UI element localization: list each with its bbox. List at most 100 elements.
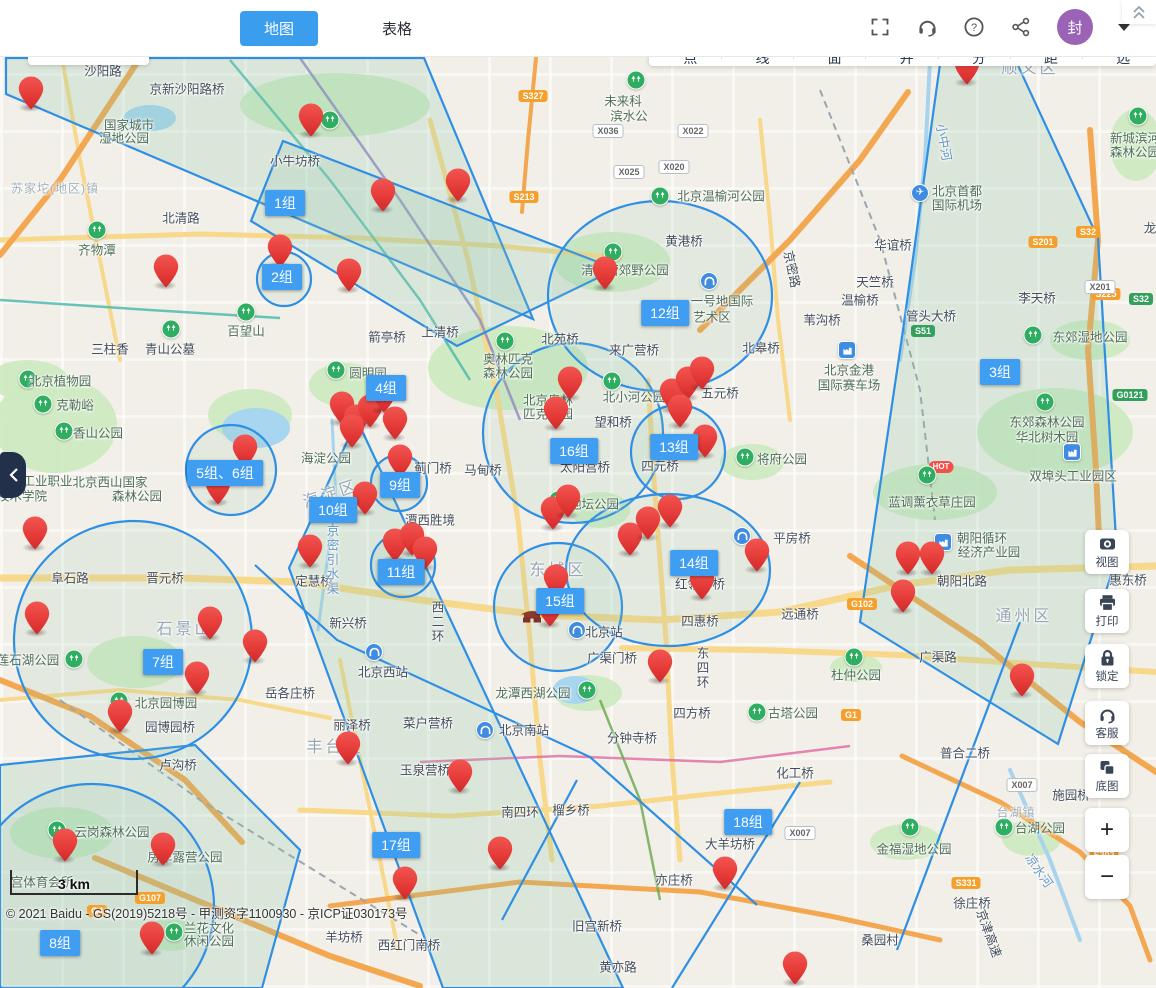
group-label[interactable]: 11组 [378, 559, 425, 585]
group-region-polygon[interactable] [860, 57, 1117, 744]
map-pin[interactable] [150, 832, 176, 866]
map-pin[interactable] [543, 396, 569, 430]
place-label: 北京站 [585, 622, 623, 641]
map-pin[interactable] [184, 661, 210, 695]
group-label[interactable]: 9组 [380, 472, 420, 498]
place-label: 北清路 [162, 208, 200, 227]
group-label[interactable]: 17组 [372, 832, 420, 858]
map-pin[interactable] [297, 534, 323, 568]
road-shield: G102 [847, 598, 877, 610]
map-pin[interactable] [555, 484, 581, 518]
lock-tool-label: 锁定 [1096, 668, 1119, 684]
tab-table[interactable]: 表格 [358, 11, 436, 46]
zoom-in-button[interactable]: + [1085, 808, 1129, 852]
basemap-tool-button[interactable]: 底图 [1085, 754, 1129, 798]
map-pin[interactable] [52, 828, 78, 862]
map-pin[interactable] [139, 921, 165, 955]
map-pin[interactable] [1009, 663, 1035, 697]
place-label: 榴乡桥 [552, 800, 590, 819]
map-pin[interactable] [153, 254, 179, 288]
map-pin[interactable] [242, 629, 268, 663]
group-label[interactable]: 5组、6组 [187, 460, 263, 486]
group-label[interactable]: 2组 [262, 264, 302, 290]
map-pin[interactable] [657, 494, 683, 528]
map-pin[interactable] [392, 866, 418, 900]
place-label: 新兴桥 [329, 613, 367, 632]
place-label: 北京南站 [499, 720, 549, 739]
avatar-caret-icon[interactable] [1118, 24, 1130, 31]
metro-icon [700, 272, 718, 290]
place-label: 休闲公园 [184, 931, 234, 950]
group-label[interactable]: 15组 [536, 588, 584, 614]
group-label[interactable]: 7组 [143, 649, 183, 675]
panel-collapse-toggle[interactable] [0, 452, 26, 498]
road-shield: X025 [613, 165, 644, 179]
map-pin[interactable] [689, 356, 715, 390]
map-pin[interactable] [107, 699, 133, 733]
map-pin[interactable] [744, 538, 770, 572]
map-pin[interactable] [445, 168, 471, 202]
place-label: 卢沟桥 [159, 755, 197, 774]
map-pin[interactable] [782, 951, 808, 985]
map-pin[interactable] [487, 836, 513, 870]
chevron-left-icon [9, 468, 18, 482]
basemap-tool-label: 底图 [1096, 778, 1119, 794]
map-pin[interactable] [382, 406, 408, 440]
zoom-out-button[interactable]: − [1085, 855, 1129, 899]
map-pin[interactable] [557, 366, 583, 400]
group-label[interactable]: 14组 [670, 550, 718, 576]
road-shield: S331 [951, 877, 980, 889]
group-label[interactable]: 10组 [309, 497, 357, 523]
headset-icon[interactable] [916, 16, 938, 38]
group-label[interactable]: 4组 [366, 375, 406, 401]
place-label: 香山公园 [73, 423, 123, 442]
layers-icon [1098, 759, 1117, 777]
place-label: 四方桥 [673, 703, 711, 722]
road-shield: S213 [509, 191, 538, 203]
map-pin[interactable] [298, 103, 324, 137]
avatar[interactable]: 封 [1057, 9, 1093, 45]
svg-text:?: ? [971, 22, 977, 34]
group-label[interactable]: 8组 [40, 930, 80, 956]
place-label: 双埠头工业园区 [1029, 466, 1117, 485]
group-label[interactable]: 1组 [265, 190, 305, 216]
map-pin[interactable] [197, 606, 223, 640]
support-tool-button[interactable]: 客服 [1085, 701, 1129, 745]
map-pin[interactable] [712, 856, 738, 890]
road-shield: S201 [1028, 236, 1057, 248]
tab-map[interactable]: 地图 [240, 11, 318, 46]
map-pin[interactable] [667, 394, 693, 428]
map-pin[interactable] [267, 234, 293, 268]
map-canvas[interactable]: S327S213X036X022X025X020S225S201S32S32X2… [0, 56, 1156, 988]
header-collapse-button[interactable] [1122, 0, 1156, 24]
map-pin[interactable] [18, 76, 44, 110]
map-pin[interactable] [447, 759, 473, 793]
map-pin[interactable] [919, 541, 945, 575]
place-label: 艺术区 [693, 307, 731, 326]
group-label[interactable]: 3组 [980, 359, 1020, 385]
map-pin[interactable] [592, 256, 618, 290]
map-pin[interactable] [370, 178, 396, 212]
place-label: 华谊桥 [874, 235, 912, 254]
road-shield: X201 [1084, 280, 1115, 294]
fullscreen-icon[interactable] [869, 16, 891, 38]
print-tool-button[interactable]: 打印 [1085, 589, 1129, 633]
lock-tool-button[interactable]: 锁定 [1085, 644, 1129, 688]
map-pin[interactable] [24, 601, 50, 635]
place-label: 华北树木园 [1016, 427, 1079, 446]
group-label[interactable]: 18组 [724, 809, 772, 835]
map-pin[interactable] [339, 414, 365, 448]
group-label[interactable]: 13组 [650, 434, 698, 460]
group-label[interactable]: 16组 [550, 438, 598, 464]
map-pin[interactable] [336, 258, 362, 292]
help-icon[interactable]: ? [963, 16, 985, 38]
road-shield: G0121 [1112, 389, 1147, 401]
map-pin[interactable] [647, 649, 673, 683]
map-pin[interactable] [335, 731, 361, 765]
map-pin[interactable] [890, 579, 916, 613]
map-pin[interactable] [22, 516, 48, 550]
map-pin[interactable] [895, 541, 921, 575]
share-icon[interactable] [1010, 16, 1032, 38]
view-tool-button[interactable]: 视图 [1085, 530, 1129, 574]
group-label[interactable]: 12组 [641, 300, 689, 326]
